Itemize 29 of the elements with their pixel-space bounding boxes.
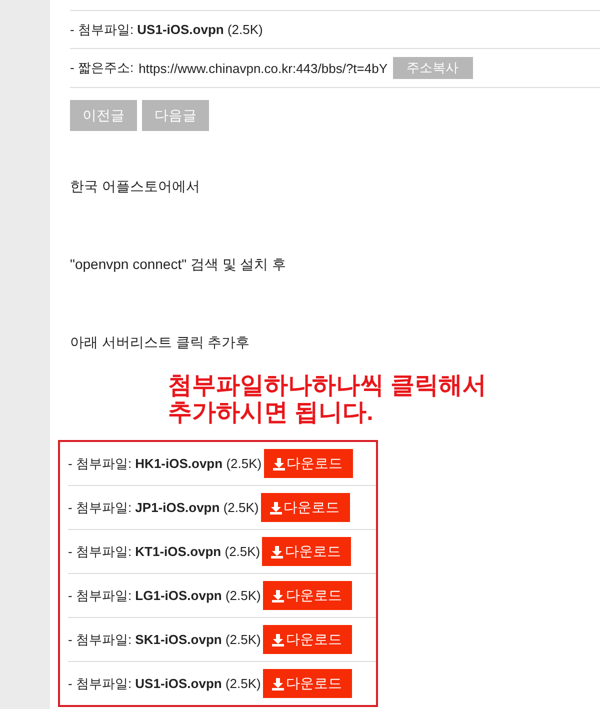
body-text: "openvpn connect" 검색 및 설치 후 — [70, 256, 286, 274]
previous-post-button[interactable]: 이전글 — [70, 100, 137, 131]
download-icon — [270, 676, 285, 690]
download-icon — [272, 456, 286, 470]
download-icon — [270, 588, 285, 602]
attachment-text: - 첨부파일: LG1-iOS.ovpn (2.5K) — [68, 586, 261, 604]
copy-address-button[interactable]: 주소복사 — [392, 57, 473, 79]
download-button[interactable]: 다운로드 — [262, 537, 352, 566]
attachment-text: - 첨부파일: KT1-iOS.ovpn (2.5K) — [68, 542, 260, 560]
download-icon — [270, 632, 285, 646]
body-text: 아래 서버리스트 클릭 추가후 — [70, 334, 250, 352]
attachment-text: - 첨부파일: JP1-iOS.ovpn (2.5K) — [68, 498, 259, 516]
body-text: 한국 어플스토어에서 — [70, 178, 200, 196]
download-icon — [270, 544, 284, 558]
annotation-text: 추가하시면 됩니다. — [168, 399, 374, 426]
short-url-text: https://www.chinavpn.co.kr:443/bbs/?t=4bY — [138, 60, 388, 76]
attachment-text: - 첨부파일: US1-iOS.ovpn (2.5K) — [68, 674, 261, 692]
attachment-text: - 첨부파일: HK1-iOS.ovpn (2.5K) — [68, 454, 262, 472]
download-button[interactable]: 다운로드 — [260, 493, 350, 522]
short-url-label: - 짧은주소: — [70, 59, 134, 77]
annotation-text: 첨부파일하나하나씩 클릭해서 — [168, 372, 487, 399]
download-button[interactable]: 다운로드 — [262, 669, 352, 698]
download-button[interactable]: 다운로드 — [264, 449, 353, 478]
attachment-text: - 첨부파일: US1-iOS.ovpn (2.5K) — [70, 20, 263, 38]
download-icon — [268, 500, 283, 514]
attachment-text: - 첨부파일: SK1-iOS.ovpn (2.5K) — [68, 630, 261, 648]
download-button[interactable]: 다운로드 — [262, 625, 352, 654]
download-button[interactable]: 다운로드 — [262, 581, 352, 610]
next-post-button[interactable]: 다음글 — [142, 100, 209, 131]
